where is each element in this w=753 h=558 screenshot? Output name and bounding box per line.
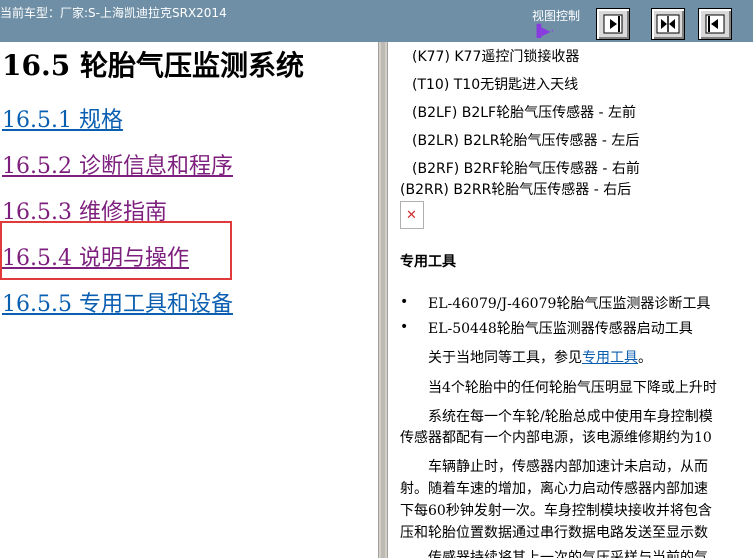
pane-splitter[interactable] xyxy=(378,42,388,558)
arrow-left-icon xyxy=(705,14,725,34)
split-view-button[interactable] xyxy=(651,8,685,40)
split-arrows-icon xyxy=(656,14,680,34)
paragraph-line: 下每60秒钟发射一次。车身控制模块接收并将包含 xyxy=(400,503,712,519)
paragraph-line: 射。随着车速的增加，离心力启动传感器内部加速 xyxy=(400,481,708,497)
top-toolbar: 当前车型：厂家:S-上海凯迪拉克SRX2014 视图控制 ▐▶· xyxy=(0,0,753,42)
equivalent-tools-note: 关于当地同等工具，参见专用工具。 xyxy=(428,347,652,367)
equivalent-tools-prefix: 关于当地同等工具，参见 xyxy=(428,350,582,366)
component-item: (B2LF) B2LF轮胎气压传感器 - 左前 xyxy=(412,105,637,121)
component-item: (K77) K77遥控门锁接收器 xyxy=(412,49,580,65)
toc-link-special-tools[interactable]: 16.5.5 专用工具和设备 xyxy=(2,286,233,318)
view-control-indicator-icon: ▐▶· xyxy=(532,24,555,38)
tool-item: EL-50448轮胎气压监测器传感器启动工具 xyxy=(428,321,693,337)
bullet-dot-icon: • xyxy=(400,294,409,310)
paragraph-line: 系统在每一个车轮/轮胎总成中使用车身控制模 xyxy=(428,409,713,425)
component-item: (B2RR) B2RR轮胎气压传感器 - 右后 xyxy=(400,182,632,198)
paragraph-line: 当4个轮胎中的任何轮胎气压明显下降或上升时 xyxy=(428,380,717,396)
expand-right-button[interactable] xyxy=(596,8,630,40)
bullet-dot-icon: • xyxy=(400,319,409,335)
special-tools-link[interactable]: 专用工具 xyxy=(582,350,638,366)
toc-link-specifications[interactable]: 16.5.1 规格 xyxy=(2,102,123,134)
current-vehicle-label: 当前车型：厂家:S-上海凯迪拉克SRX2014 xyxy=(0,6,227,20)
toc-pane: 16.5 轮胎气压监测系统 16.5.1 规格 16.5.2 诊断信息和程序 1… xyxy=(0,42,378,558)
tool-item: EL-46079/J-46079轮胎气压监测器诊断工具 xyxy=(428,296,711,312)
component-item: (T10) T10无钥匙进入天线 xyxy=(412,77,579,93)
equivalent-tools-suffix: 。 xyxy=(638,350,652,366)
component-item: (B2LR) B2LR轮胎气压传感器 - 左后 xyxy=(412,133,640,149)
section-title: 16.5 轮胎气压监测系统 xyxy=(2,49,304,82)
paragraph-line: 压和轮胎位置数据通过串行数据电路发送至显示数 xyxy=(400,525,708,541)
view-control-label: 视图控制 xyxy=(532,9,581,23)
content-pane: (K77) K77遥控门锁接收器 (T10) T10无钥匙进入天线 (B2LF)… xyxy=(388,42,753,558)
paragraph-line: 传感器持续将其上一次的气压采样与当前的气 xyxy=(428,550,708,558)
toc-link-repair-guide[interactable]: 16.5.3 维修指南 xyxy=(2,194,167,226)
toc-link-diagnostics[interactable]: 16.5.2 诊断信息和程序 xyxy=(2,148,233,180)
arrow-right-icon xyxy=(603,14,623,34)
tools-heading: 专用工具 xyxy=(400,254,456,270)
toc-link-description-operation[interactable]: 16.5.4 说明与操作 xyxy=(2,240,189,272)
component-item: (B2RF) B2RF轮胎气压传感器 - 右前 xyxy=(412,161,640,177)
paragraph-line: 车辆静止时，传感器内部加速计未启动，从而 xyxy=(428,459,708,475)
expand-left-button[interactable] xyxy=(698,8,732,40)
paragraph-line: 传感器都配有一个内部电源，该电源维修期约为10 xyxy=(400,430,712,446)
broken-image-icon: ✕ xyxy=(400,201,424,229)
splitter-handle[interactable] xyxy=(381,42,385,558)
